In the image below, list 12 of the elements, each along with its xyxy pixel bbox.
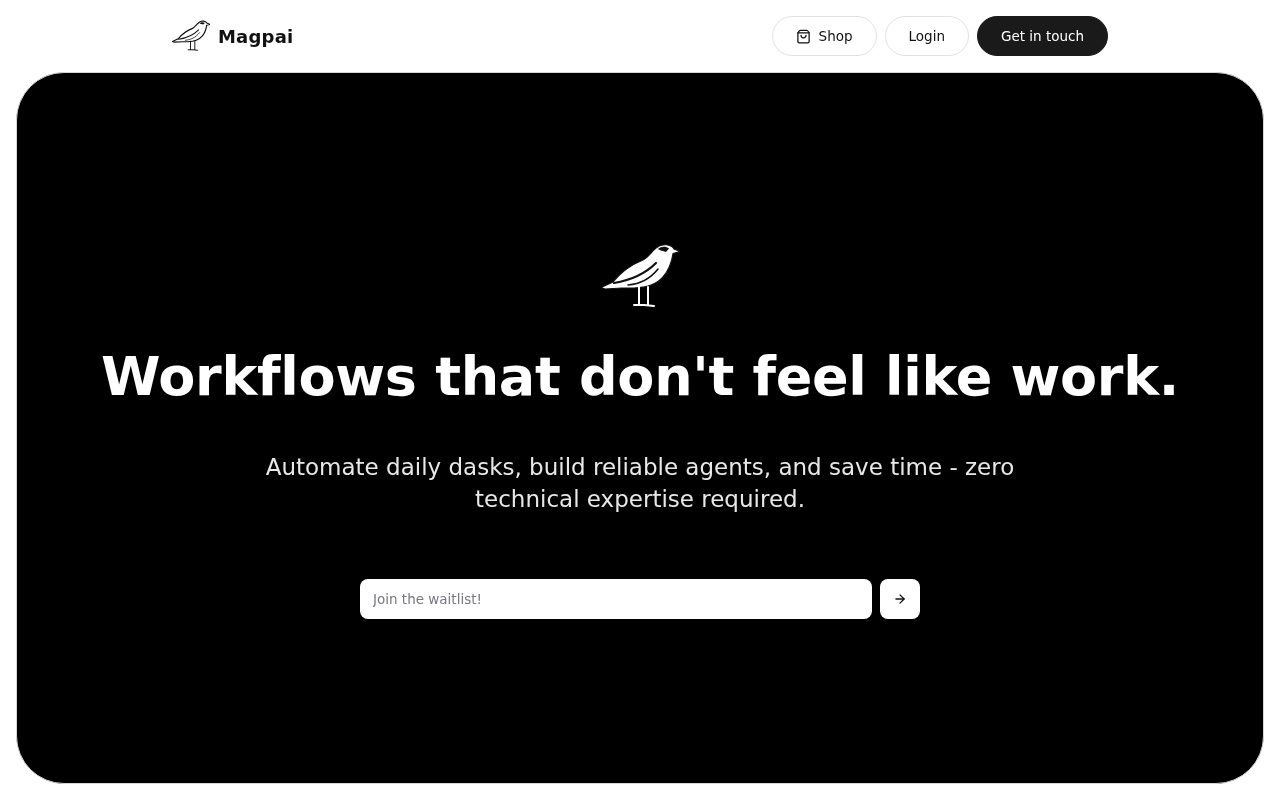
bird-illustration-icon [600,243,680,309]
hero-headline: Workflows that don't feel like work. [100,344,1180,410]
bird-logo-icon [172,20,210,52]
submit-button[interactable] [880,579,920,619]
login-button[interactable]: Login [884,16,969,56]
arrow-right-icon [893,592,907,606]
waitlist-email-field[interactable]: Join the waitlist! [360,579,872,619]
hero-subtitle: Automate daily dasks, build reliable agents, and save time - zero technical expertise required. [264,453,1016,514]
shop-button[interactable]: Shop [771,16,877,56]
contact-button[interactable]: Get in touch [976,16,1108,56]
shopping-bag-icon [795,28,811,44]
brand-name: Magpai [218,25,294,47]
